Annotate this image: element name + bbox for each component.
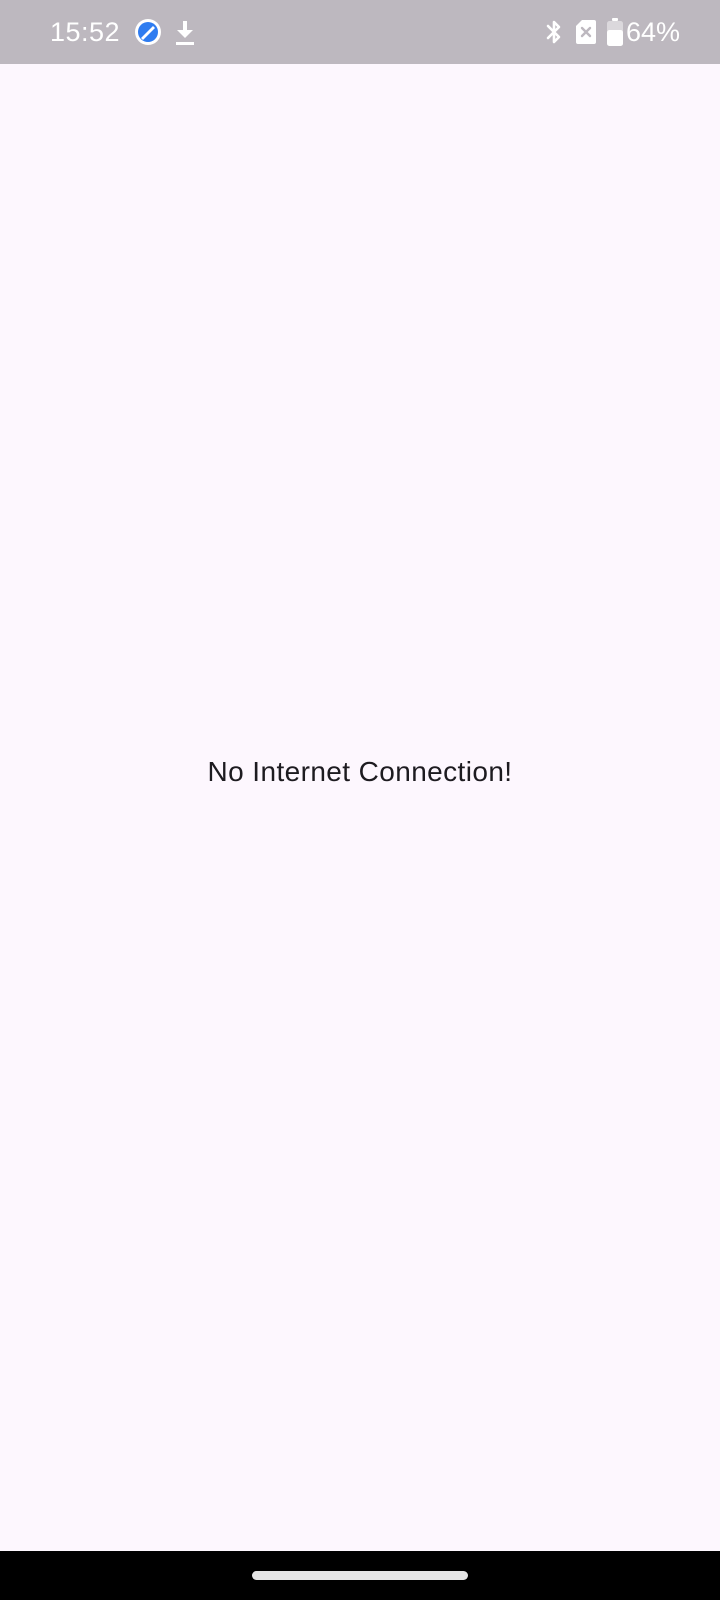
no-sim-icon bbox=[576, 20, 596, 44]
app-screen: 15:52 64% No Internet Connection! bbox=[0, 0, 720, 1600]
download-icon bbox=[176, 21, 194, 45]
battery-icon bbox=[607, 18, 623, 46]
status-bar: 15:52 64% bbox=[0, 0, 720, 64]
battery-percent: 64% bbox=[625, 17, 680, 47]
main-content: No Internet Connection! bbox=[0, 64, 720, 1551]
navigation-bar bbox=[0, 1551, 720, 1600]
no-connection-message: No Internet Connection! bbox=[207, 756, 513, 787]
status-time: 15:52 bbox=[50, 17, 121, 47]
home-gesture-handle[interactable] bbox=[252, 1571, 468, 1580]
bluetooth-icon bbox=[546, 20, 561, 44]
browser-app-icon bbox=[135, 19, 161, 45]
